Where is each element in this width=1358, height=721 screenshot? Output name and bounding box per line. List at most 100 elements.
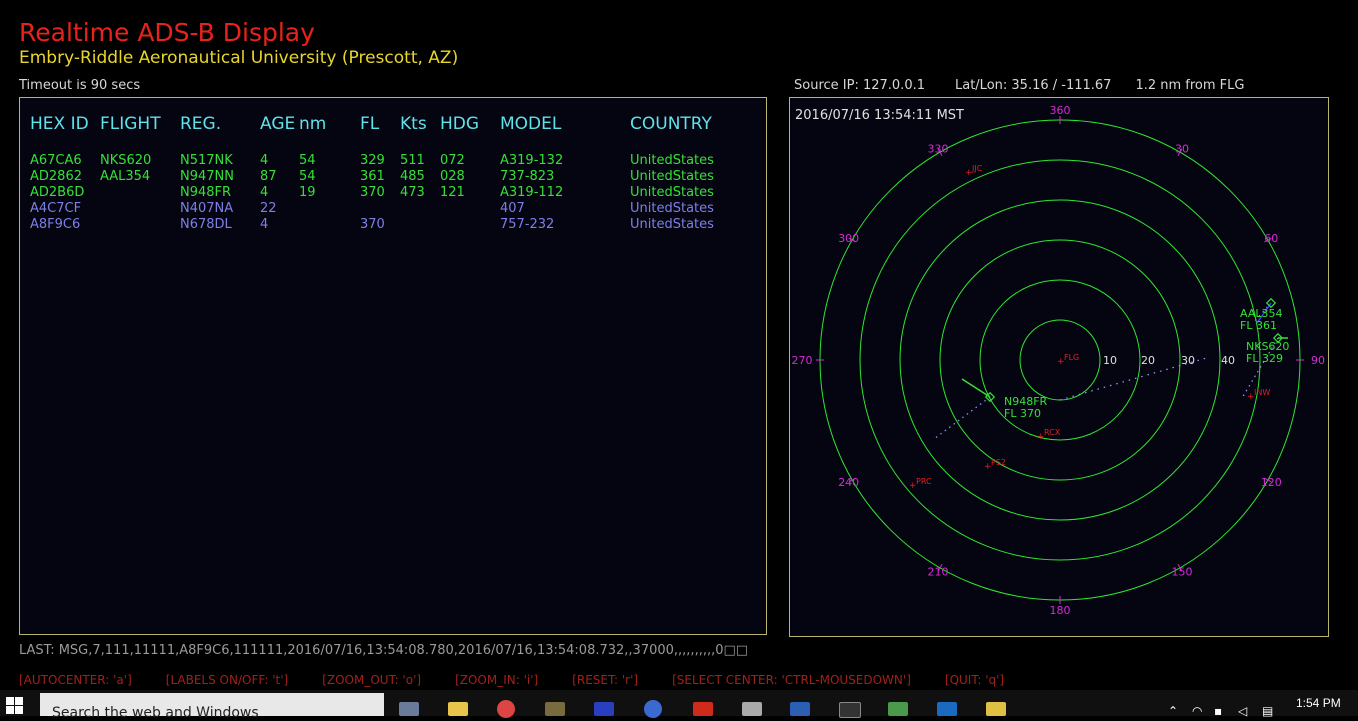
- table-cell-fl: 370: [360, 217, 385, 232]
- mathtype-icon[interactable]: [594, 702, 614, 716]
- taskbar-clock[interactable]: 1:54 PM: [1296, 696, 1341, 710]
- table-cell-kts: 511: [400, 153, 425, 168]
- table-cell-hex: A67CA6: [30, 153, 82, 168]
- table-cell-country: UnitedStates: [630, 185, 714, 200]
- distance-from: 1.2 nm from FLG: [1135, 78, 1245, 93]
- waypoint-label: RCX: [1044, 428, 1061, 437]
- foxit-reader-icon[interactable]: [693, 702, 713, 716]
- aircraft-trail: [933, 396, 991, 440]
- aircraft-flight-level: FL 329: [1246, 352, 1283, 365]
- taskbar-search-input[interactable]: Search the web and Windows: [40, 693, 384, 721]
- source-ip: Source IP: 127.0.0.1: [794, 78, 925, 93]
- folder-app-icon[interactable]: [986, 702, 1006, 716]
- last-message: LAST: MSG,7,111,11111,A8F9C6,111111,2016…: [19, 643, 749, 658]
- bearing-label: 330: [928, 143, 949, 156]
- bearing-label: 30: [1175, 143, 1189, 156]
- r-icon[interactable]: [644, 700, 662, 718]
- col-hex-id: HEX ID: [30, 114, 89, 134]
- gimp-icon[interactable]: [545, 702, 565, 716]
- waypoint-label: JJC: [971, 164, 983, 173]
- receiver-info: Source IP: 127.0.0.1 Lat/Lon: 35.16 / -11…: [794, 78, 1244, 93]
- table-cell-age: 4: [260, 217, 269, 232]
- table-cell-hdg: 121: [440, 185, 465, 200]
- col-flight: FLIGHT: [100, 114, 161, 134]
- range-label: 20: [1141, 354, 1155, 367]
- col-model: MODEL: [500, 114, 562, 134]
- table-cell-flight: NKS620: [100, 153, 152, 168]
- windows-start-icon[interactable]: [6, 697, 24, 715]
- table-cell-model: 737-823: [500, 169, 555, 184]
- table-cell-nm: 54: [299, 153, 316, 168]
- table-cell-hdg: 072: [440, 153, 465, 168]
- bearing-label: 90: [1311, 354, 1325, 367]
- table-cell-reg: N517NK: [180, 153, 233, 168]
- bearing-label: 240: [838, 476, 859, 489]
- table-cell-country: UnitedStates: [630, 201, 714, 216]
- app-title: Realtime ADS-B Display: [19, 18, 315, 47]
- col-fl: FL: [360, 114, 380, 134]
- table-cell-nm: 19: [299, 185, 316, 200]
- windows-taskbar: Search the web and Windows ⌃ ◠ ▪ ◁ ▤ 1:5…: [0, 690, 1358, 721]
- paint-icon[interactable]: [888, 702, 908, 716]
- search-placeholder: Search the web and Windows: [52, 705, 259, 721]
- range-label: 10: [1103, 354, 1117, 367]
- pen-app-icon[interactable]: [742, 702, 762, 716]
- aircraft-flight-level: FL 361: [1240, 319, 1277, 332]
- table-cell-age: 22: [260, 201, 277, 216]
- table-cell-hex: AD2B6D: [30, 185, 85, 200]
- table-cell-flight: AAL354: [100, 169, 151, 184]
- table-cell-hex: A4C7CF: [30, 201, 82, 216]
- table-cell-model: A319-112: [500, 185, 564, 200]
- location-subtitle: Embry-Riddle Aeronautical University (Pr…: [19, 48, 459, 68]
- range-label: 30: [1181, 354, 1195, 367]
- shortcut-hint: [QUIT: 'q']: [944, 673, 1005, 687]
- file-explorer-icon[interactable]: [448, 702, 468, 716]
- radar-datetime: 2016/07/16 13:54:11 MST: [795, 108, 964, 123]
- radar-display[interactable]: 10 20 30 40 360 30 60 90 120 150 180 210 240 270 300 33…: [789, 97, 1329, 637]
- table-cell-age: 4: [260, 153, 269, 168]
- table-cell-hex: AD2862: [30, 169, 82, 184]
- waypoint-label: INW: [1254, 388, 1270, 397]
- table-cell-fl: 370: [360, 185, 385, 200]
- table-cell-reg: N947NN: [180, 169, 234, 184]
- table-cell-country: UnitedStates: [630, 169, 714, 184]
- col-country: COUNTRY: [630, 114, 712, 134]
- lat-lon: Lat/Lon: 35.16 / -111.67: [955, 78, 1112, 93]
- bearing-label: 210: [928, 565, 949, 578]
- table-cell-nm: 54: [299, 169, 316, 184]
- keyboard-shortcuts: [AUTOCENTER: 'a'] [LABELS ON/OFF: 't'] [ZO…: [19, 673, 1038, 687]
- table-cell-hex: A8F9C6: [30, 217, 81, 232]
- table-cell-reg: N678DL: [180, 217, 232, 232]
- shortcut-hint: [RESET: 'r']: [572, 673, 639, 687]
- table-cell-model: 407: [500, 201, 525, 216]
- radar-scope[interactable]: 10 20 30 40 360 30 60 90 120 150 180 210 240 270 300 33…: [790, 98, 1328, 636]
- shortcut-hint: [ZOOM_IN: 'i']: [455, 673, 539, 687]
- shortcut-hint: [AUTOCENTER: 'a']: [19, 673, 132, 687]
- timeout-text: Timeout is 90 secs: [19, 78, 141, 93]
- chrome-icon[interactable]: [497, 700, 515, 718]
- lock-app-icon[interactable]: [399, 702, 419, 716]
- table-cell-kts: 473: [400, 185, 425, 200]
- waypoint-label: PRC: [916, 477, 932, 486]
- table-cell-country: UnitedStates: [630, 217, 714, 232]
- shortcut-hint: [LABELS ON/OFF: 't']: [165, 673, 289, 687]
- table-cell-model: 757-232: [500, 217, 555, 232]
- col-kts: Kts: [400, 114, 427, 134]
- table-cell-kts: 485: [400, 169, 425, 184]
- shortcut-hint: [SELECT CENTER: 'CTRL-MOUSEDOWN']: [672, 673, 911, 687]
- col-age: AGE: [260, 114, 296, 134]
- outlook-icon[interactable]: [937, 702, 957, 716]
- bearing-label: 360: [1050, 104, 1071, 117]
- table-cell-reg: N948FR: [180, 185, 232, 200]
- bearing-label: 150: [1172, 565, 1193, 578]
- waypoint-label: FLG: [1064, 353, 1079, 362]
- bearing-label: 180: [1050, 604, 1071, 617]
- shortcut-hint: [ZOOM_OUT: 'o']: [322, 673, 422, 687]
- bearing-label: 270: [792, 354, 813, 367]
- bearing-label: 60: [1264, 232, 1278, 245]
- col-hdg: HDG: [440, 114, 480, 134]
- word-icon[interactable]: [790, 702, 810, 716]
- bearing-label: 300: [838, 232, 859, 245]
- table-cell-age: 87: [260, 169, 277, 184]
- range-label: 40: [1221, 354, 1235, 367]
